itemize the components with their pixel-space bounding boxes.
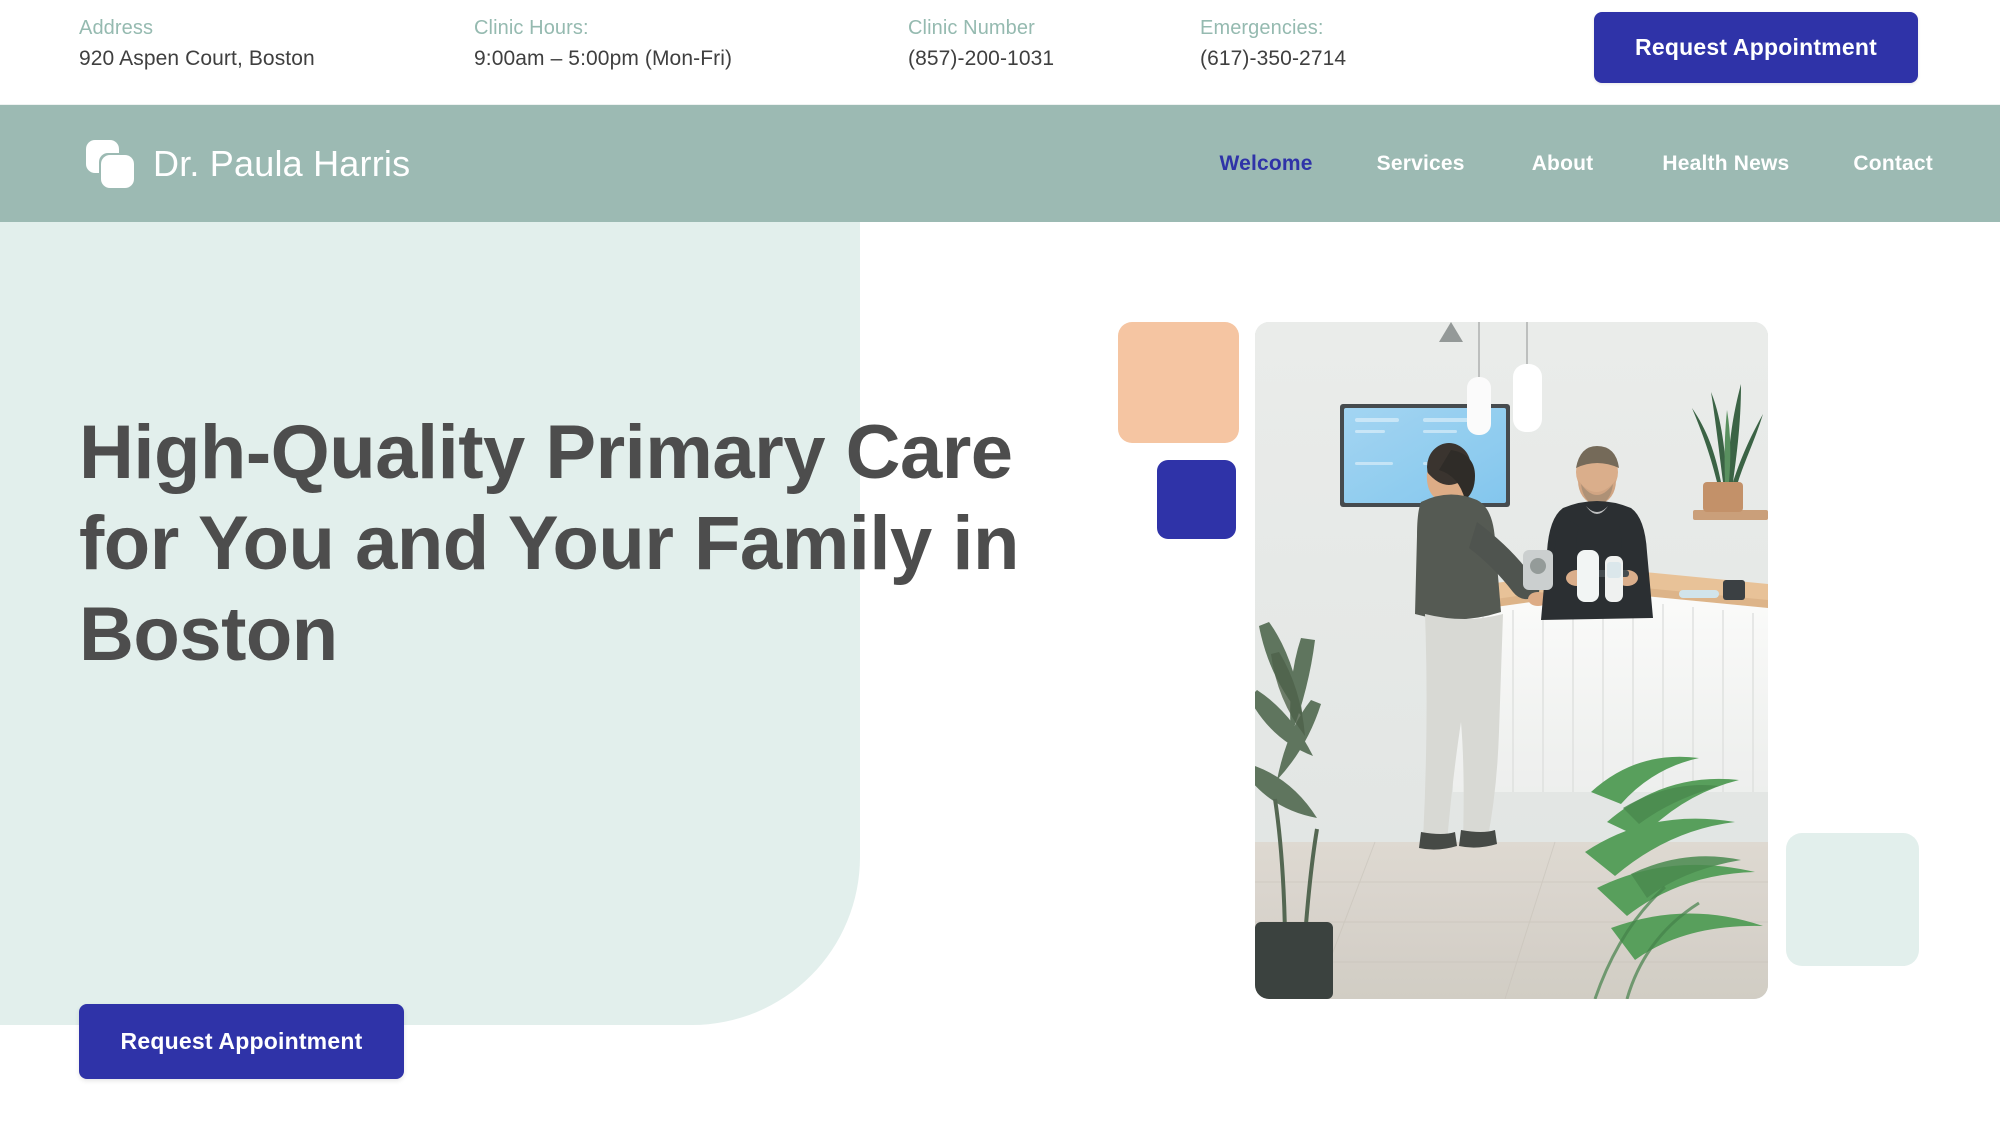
overlapping-squares-logo-icon — [86, 139, 134, 188]
brand-logo-link[interactable]: Dr. Paula Harris — [86, 105, 410, 222]
nav-item-health-news[interactable]: Health News — [1662, 152, 1789, 176]
info-value-address: 920 Aspen Court, Boston — [79, 47, 315, 70]
decorative-square-peach — [1118, 322, 1239, 443]
decorative-square-mint — [1786, 833, 1919, 966]
hero-section: High-Quality Primary Care for You and Yo… — [0, 222, 2000, 1128]
hero-request-appointment-button[interactable]: Request Appointment — [79, 1004, 404, 1079]
info-value-emergencies[interactable]: (617)-350-2714 — [1200, 43, 1346, 74]
hero-heading: High-Quality Primary Care for You and Yo… — [79, 410, 1019, 677]
info-label-address: Address — [79, 17, 154, 39]
info-value-clinic-hours: 9:00am – 5:00pm (Mon-Fri) — [474, 47, 733, 70]
top-info-bar: Address 920 Aspen Court, Boston Clinic H… — [0, 0, 2000, 105]
info-value-clinic-number[interactable]: (857)-200-1031 — [908, 43, 1054, 74]
hero-clinic-reception-photo — [1255, 322, 1768, 999]
nav-item-welcome[interactable]: Welcome — [1219, 152, 1312, 176]
topbar-request-appointment-button[interactable]: Request Appointment — [1594, 12, 1918, 83]
nav-item-contact[interactable]: Contact — [1853, 152, 1933, 176]
nav-links-list: Welcome Services About Health News Conta… — [1219, 105, 2000, 222]
main-navigation-bar: Dr. Paula Harris Welcome Services About … — [0, 105, 2000, 222]
info-label-clinic-hours: Clinic Hours: — [474, 17, 589, 39]
info-block-address: Address 920 Aspen Court, Boston — [79, 13, 315, 74]
nav-item-services[interactable]: Services — [1377, 152, 1465, 176]
info-block-clinic-hours: Clinic Hours: 9:00am – 5:00pm (Mon-Fri) — [474, 13, 732, 74]
page-root: Address 920 Aspen Court, Boston Clinic H… — [0, 0, 2000, 1128]
info-block-emergencies: Emergencies: (617)-350-2714 — [1200, 13, 1346, 74]
info-label-emergencies: Emergencies: — [1200, 17, 1324, 39]
nav-item-about[interactable]: About — [1532, 152, 1594, 176]
decorative-square-indigo — [1157, 460, 1236, 539]
hero-copy-block: High-Quality Primary Care for You and Yo… — [79, 407, 1099, 680]
info-block-clinic-number: Clinic Number (857)-200-1031 — [908, 13, 1054, 74]
brand-name-label: Dr. Paula Harris — [153, 142, 411, 184]
info-label-clinic-number: Clinic Number — [908, 17, 1035, 39]
